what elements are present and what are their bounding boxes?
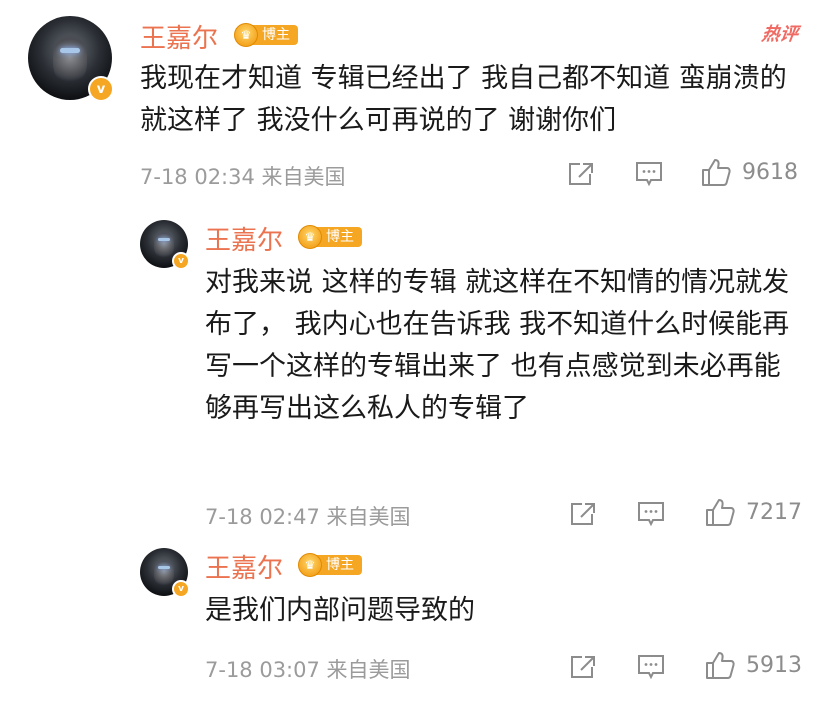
username[interactable]: 王嘉尔 bbox=[205, 548, 283, 585]
avatar[interactable]: v bbox=[140, 220, 190, 270]
like-icon bbox=[702, 159, 731, 186]
comment-meta: 7-18 03:07 来自美国 bbox=[205, 658, 411, 682]
like-count: 7217 bbox=[746, 499, 802, 525]
like-button[interactable]: 5913 bbox=[704, 650, 802, 680]
comment-meta: 7-18 02:47 来自美国 bbox=[205, 505, 411, 529]
share-button[interactable] bbox=[566, 160, 596, 188]
comment-icon bbox=[638, 502, 664, 527]
comment-text: 对我来说 这样的专辑 就这样在不知情的情况就发布了， 我内心也在告诉我 我不知道… bbox=[205, 267, 790, 424]
like-icon bbox=[706, 499, 735, 526]
comment-text: 我现在才知道 专辑已经出了 我自己都不知道 蛮崩溃的 就这样了 我没什么可再说的… bbox=[140, 63, 787, 136]
share-button[interactable] bbox=[568, 653, 598, 681]
comment-meta: 7-18 02:34 来自美国 bbox=[140, 165, 346, 189]
crown-icon: ♛ bbox=[234, 23, 258, 47]
share-icon bbox=[571, 656, 595, 678]
blogger-badge: ♛ 博主 bbox=[298, 225, 362, 249]
blogger-badge: ♛ 博主 bbox=[298, 553, 362, 577]
comment-button[interactable] bbox=[636, 500, 666, 528]
blogger-badge: ♛ 博主 bbox=[234, 23, 298, 47]
crown-icon: ♛ bbox=[298, 225, 322, 249]
avatar[interactable]: v bbox=[140, 548, 190, 598]
avatar[interactable]: v bbox=[28, 16, 114, 102]
comment-icon bbox=[638, 655, 664, 680]
verified-badge-icon: v bbox=[172, 580, 190, 598]
comment-text: 是我们内部问题导致的 bbox=[205, 595, 475, 626]
verified-badge-icon: v bbox=[88, 76, 114, 102]
like-count: 9618 bbox=[742, 159, 798, 185]
like-button[interactable]: 9618 bbox=[700, 157, 798, 187]
like-button[interactable]: 7217 bbox=[704, 497, 802, 527]
username[interactable]: 王嘉尔 bbox=[140, 18, 218, 55]
comment-button[interactable] bbox=[636, 653, 666, 681]
share-icon bbox=[569, 163, 593, 185]
crown-icon: ♛ bbox=[298, 553, 322, 577]
share-button[interactable] bbox=[568, 500, 598, 528]
share-icon bbox=[571, 503, 595, 525]
comment-icon bbox=[636, 162, 662, 187]
hot-comment-label: 热评 bbox=[760, 24, 800, 45]
verified-badge-icon: v bbox=[172, 252, 190, 270]
comment-button[interactable] bbox=[634, 160, 664, 188]
like-icon bbox=[706, 652, 735, 679]
username[interactable]: 王嘉尔 bbox=[205, 220, 283, 257]
like-count: 5913 bbox=[746, 652, 802, 678]
